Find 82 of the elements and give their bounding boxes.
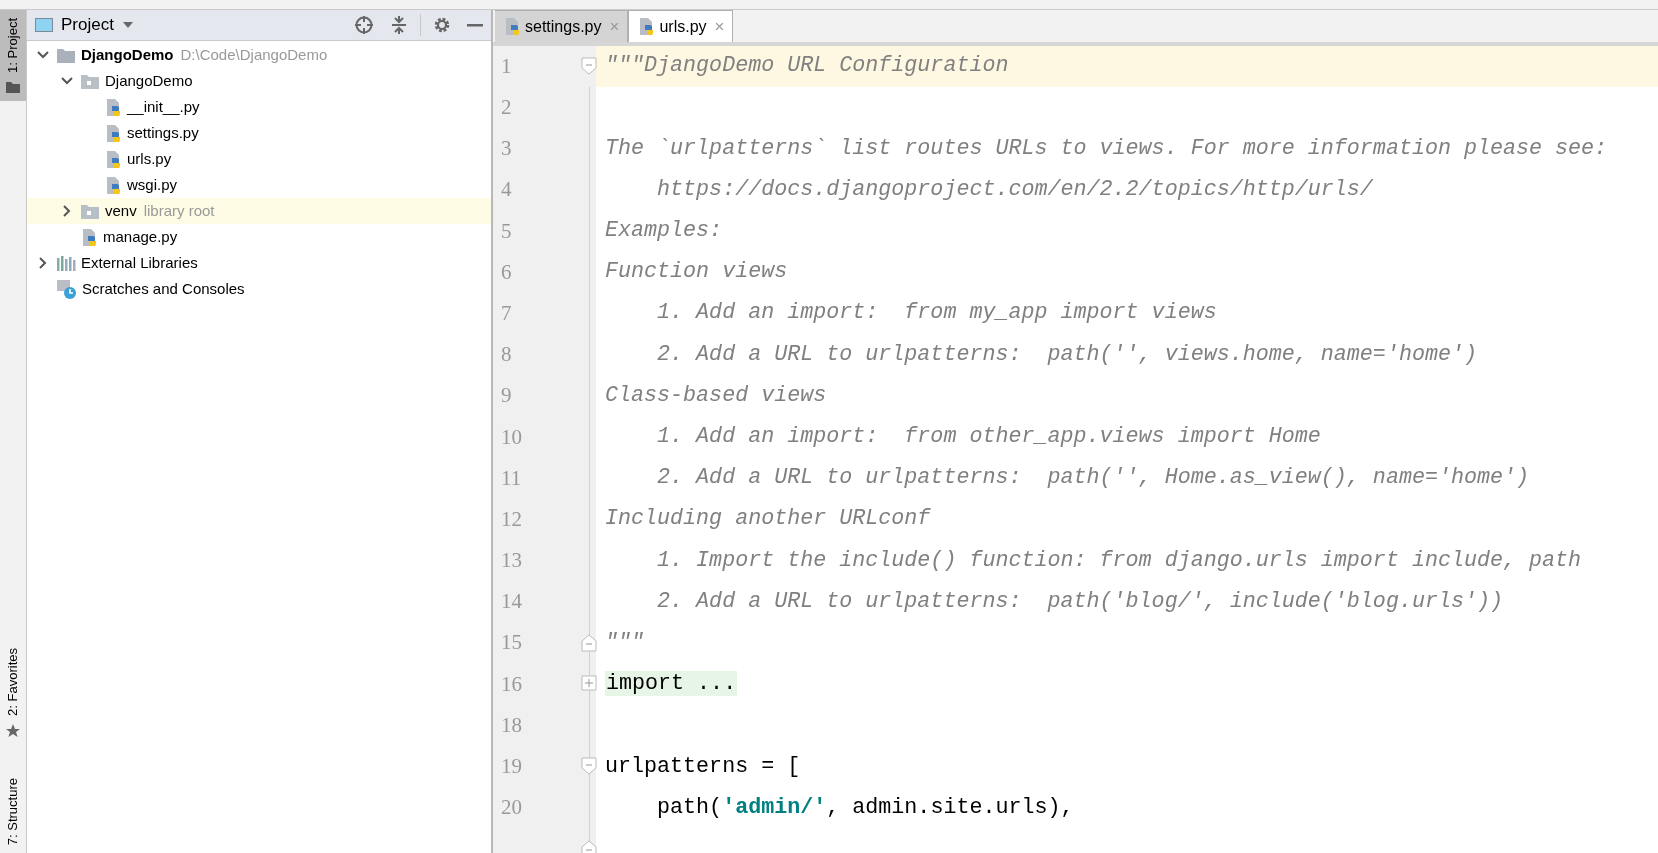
minimize-icon[interactable] <box>467 23 483 27</box>
line-number: 8 <box>500 341 512 369</box>
tree-item[interactable]: External Libraries <box>81 251 198 275</box>
code-line: Function views <box>605 258 788 287</box>
code-line: path('admin/', admin.site.urls), <box>656 793 1074 822</box>
code-line: Class-based views <box>605 381 827 410</box>
code-line: Examples: <box>605 217 723 246</box>
line-number: 13 <box>500 547 522 575</box>
line-number: 7 <box>500 299 512 327</box>
tree-item[interactable]: urls.py <box>127 147 172 171</box>
python-file-icon <box>80 227 98 247</box>
line-number: 16 <box>500 670 522 698</box>
chevron-down-icon[interactable] <box>37 49 49 61</box>
collapse-icon[interactable] <box>390 15 408 35</box>
line-number: 10 <box>500 423 522 451</box>
chevron-right-icon[interactable] <box>37 257 49 269</box>
folder-icon <box>56 46 76 64</box>
code-line: """ <box>605 628 645 657</box>
python-file-icon <box>637 17 656 36</box>
line-number: 3 <box>500 135 512 163</box>
locate-icon[interactable] <box>354 15 374 35</box>
panel-title[interactable]: Project <box>61 12 114 38</box>
line-number: 15 <box>500 629 522 657</box>
tool-window-tab[interactable]: 2: Favorites <box>0 639 26 746</box>
line-number: 20 <box>500 794 522 822</box>
folder-icon <box>80 202 100 220</box>
editor-tab[interactable]: settings.py × <box>495 10 629 42</box>
python-file-icon <box>104 149 122 169</box>
folder-icon <box>80 72 100 90</box>
tree-item-note: library root <box>143 200 215 221</box>
tree-item-note: D:\Code\DjangoDemo <box>180 44 328 65</box>
code-line: The `urlpatterns` list routes URLs to views. For more information please see: <box>605 134 1608 163</box>
line-number: 12 <box>500 505 522 533</box>
code-line: https://docs.djangoproject.com/en/2.2/topics/http/urls/ <box>656 175 1373 204</box>
tool-window-tab[interactable]: 7: Structure <box>0 769 26 853</box>
tool-window-tab[interactable]: 1: Project <box>0 10 26 101</box>
code-line: 2. Add a URL to urlpatterns: path('blog/', include('blog.urls')) <box>656 587 1503 616</box>
libraries-icon <box>56 254 76 272</box>
dropdown-icon[interactable] <box>121 21 134 29</box>
tree-item[interactable]: venv <box>105 199 137 223</box>
chevron-right-icon[interactable] <box>61 205 73 217</box>
code-line: 1. Add an import: from other_app.views import Home <box>656 423 1321 451</box>
fold-marker-icon[interactable] <box>581 633 597 652</box>
code-line: 1. Add an import: from my_app import views <box>656 299 1217 328</box>
code-line: 1. Import the include() function: from django.urls import include, path <box>656 546 1582 575</box>
python-file-icon <box>104 123 122 143</box>
tree-item[interactable]: settings.py <box>127 121 199 145</box>
tree-item[interactable]: Scratches and Consoles <box>82 277 245 301</box>
tree-item[interactable]: __init__.py <box>127 95 200 119</box>
tree-item[interactable]: DjangoDemo <box>105 69 193 93</box>
python-file-icon <box>503 17 521 36</box>
code-line: 2. Add a URL to urlpatterns: path('', views.home, name='home') <box>656 340 1477 369</box>
line-number: 19 <box>500 753 522 781</box>
fold-marker-icon[interactable] <box>581 674 597 693</box>
chevron-down-icon[interactable] <box>61 75 73 87</box>
code-line: Including another URLconf <box>605 505 931 534</box>
tree-item[interactable]: wsgi.py <box>127 173 178 197</box>
fold-marker-icon[interactable] <box>581 839 597 853</box>
scratches-icon <box>56 278 77 300</box>
line-number: 9 <box>500 382 512 410</box>
folder-icon <box>6 80 20 93</box>
line-number: 14 <box>500 588 522 616</box>
line-number: 5 <box>500 217 512 245</box>
line-number: 6 <box>500 258 512 286</box>
line-number: 18 <box>500 711 522 739</box>
star-icon <box>6 723 20 738</box>
line-number: 11 <box>500 464 522 492</box>
python-file-icon <box>104 97 122 117</box>
code-line: urlpatterns = [ <box>605 752 801 781</box>
tree-item[interactable]: manage.py <box>103 225 178 249</box>
code-line: """DjangoDemo URL Configuration <box>605 52 1009 81</box>
tree-item[interactable]: DjangoDemo <box>81 43 174 67</box>
fold-marker-icon[interactable] <box>581 57 597 75</box>
project-view-icon <box>35 18 53 32</box>
line-number: 4 <box>500 176 512 204</box>
settings-icon[interactable] <box>433 16 451 34</box>
line-number: 1 <box>500 52 512 80</box>
code-line: 2. Add a URL to urlpatterns: path('', Home.as_view(), name='home') <box>656 464 1530 493</box>
editor-tab[interactable]: urls.py × <box>628 10 734 42</box>
line-number: 2 <box>500 94 512 122</box>
python-file-icon <box>104 175 122 195</box>
fold-marker-icon[interactable] <box>581 757 597 776</box>
